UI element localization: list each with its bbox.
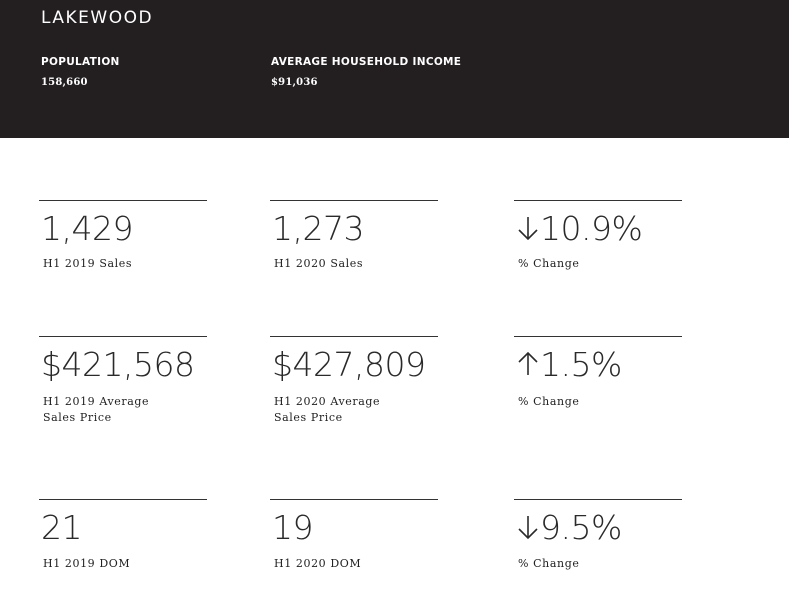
- metric-h1-2019-sales: 1,429 H1 2019 Sales: [39, 200, 207, 270]
- metric-value: 9.5%: [540, 508, 622, 547]
- metric-caption: H1 2020 DOM: [274, 557, 362, 570]
- metric-caption: % Change: [518, 395, 580, 408]
- metric-h1-2019-avg-price: $421,568 H1 2019 Average Sales Price: [39, 336, 207, 424]
- metric-caption: % Change: [518, 257, 580, 270]
- metric-caption: H1 2019 Sales: [43, 257, 133, 270]
- metric-value: 1,273: [272, 209, 364, 248]
- metric-h1-2020-sales: 1,273 H1 2020 Sales: [270, 200, 438, 270]
- metric-caption: H1 2020 Average Sales Price: [274, 395, 381, 424]
- arrow-down-icon: [518, 516, 538, 540]
- metric-value: $427,809: [272, 345, 426, 384]
- metric-h1-2020-avg-price: $427,809 H1 2020 Average Sales Price: [270, 336, 438, 424]
- metric-h1-2020-dom: 19 H1 2020 DOM: [270, 499, 438, 570]
- metric-value: 10.9%: [540, 209, 643, 248]
- metric-caption: H1 2019 DOM: [43, 557, 131, 570]
- metric-value: 1,429: [41, 209, 133, 248]
- metric-caption: H1 2019 Average Sales Price: [43, 395, 150, 424]
- metric-avg-price-change: 1.5% % Change: [514, 336, 682, 408]
- arrow-up-icon: [518, 351, 538, 375]
- metric-sales-change: 10.9% % Change: [514, 200, 682, 270]
- income-label: AVERAGE HOUSEHOLD INCOME: [271, 56, 462, 68]
- population-label: POPULATION: [41, 56, 120, 68]
- city-name: LAKEWOOD: [41, 8, 154, 28]
- population-value: 158,660: [41, 77, 88, 88]
- metric-value-wrapper: 1.5%: [516, 345, 622, 384]
- metric-caption: % Change: [518, 557, 580, 570]
- metric-h1-2019-dom: 21 H1 2019 DOM: [39, 499, 207, 570]
- metric-value: 1.5%: [540, 345, 622, 384]
- metric-value-wrapper: 9.5%: [516, 508, 622, 547]
- metric-dom-change: 9.5% % Change: [514, 499, 682, 570]
- header-banner: LAKEWOOD POPULATION 158,660 AVERAGE HOUS…: [0, 0, 789, 138]
- arrow-down-icon: [518, 217, 538, 241]
- income-value: $91,036: [271, 77, 318, 88]
- metric-caption: H1 2020 Sales: [274, 257, 364, 270]
- metric-value: 19: [272, 508, 314, 547]
- metric-value-wrapper: 10.9%: [516, 209, 643, 248]
- metric-value: $421,568: [41, 345, 195, 384]
- metric-value: 21: [41, 508, 83, 547]
